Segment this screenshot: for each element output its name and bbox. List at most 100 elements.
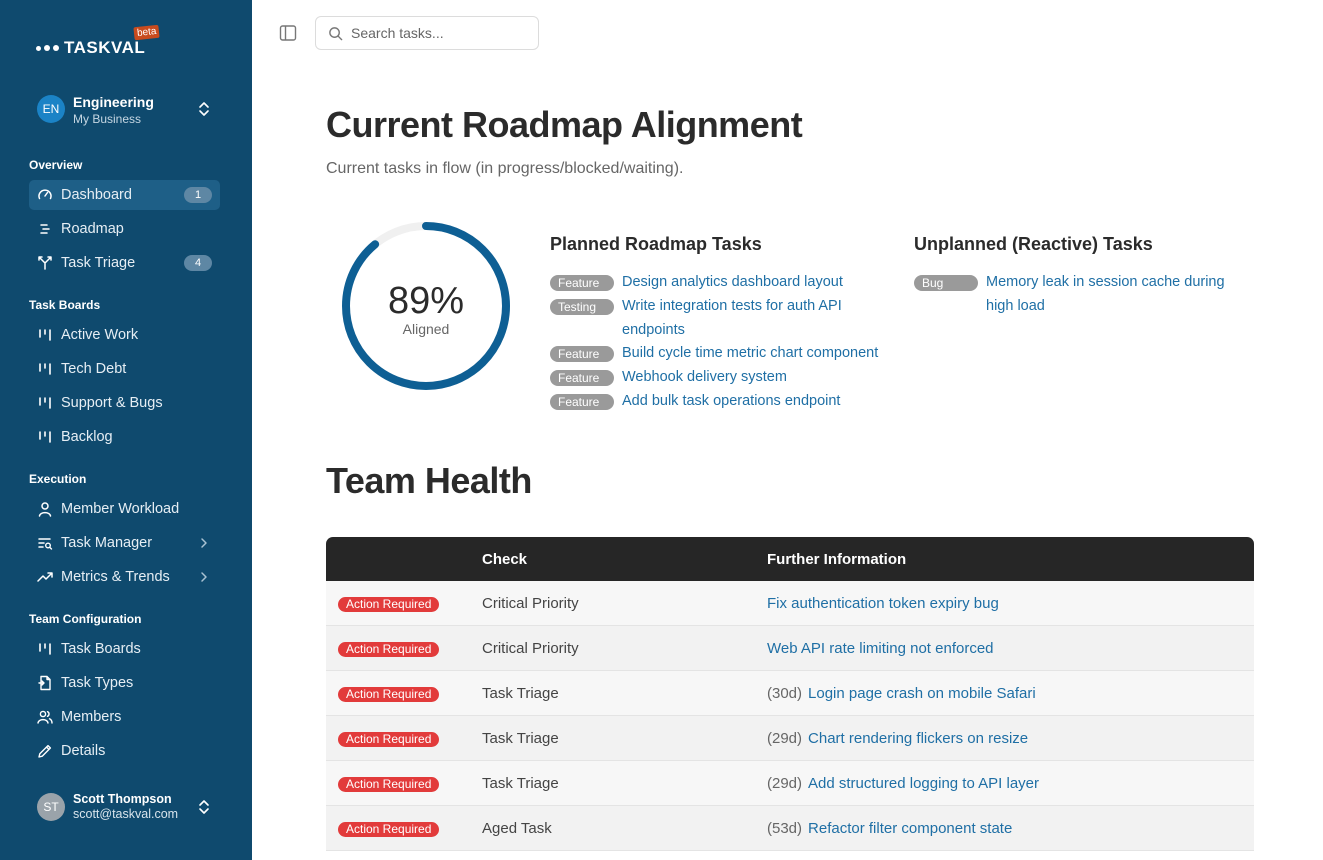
task-link[interactable]: Memory leak in session cache during high… xyxy=(986,271,1244,318)
org-switcher[interactable]: EN Engineering My Business xyxy=(37,94,217,126)
table-row: Action Required Critical Priority Web AP… xyxy=(326,626,1254,671)
sidebar-item-task-types[interactable]: Task Types xyxy=(29,668,220,698)
sidebar-item-roadmap[interactable]: Roadmap xyxy=(29,214,220,244)
board-icon xyxy=(37,395,53,411)
info-link[interactable]: Refactor filter component state xyxy=(808,820,1012,837)
list-icon xyxy=(37,221,53,237)
table-row: Action Required Task Triage (29d) Chart r… xyxy=(326,716,1254,761)
age-days: (29d) xyxy=(767,775,803,792)
gauge-icon xyxy=(37,187,53,203)
column-header-check: Check xyxy=(482,551,528,568)
sidebar-item-task-boards[interactable]: Task Boards xyxy=(29,634,220,664)
list-item: Feature Webhook delivery system xyxy=(550,369,890,390)
status-badge: Action Required xyxy=(338,822,440,837)
table-body: Action Required Critical Priority Fix au… xyxy=(326,581,1254,851)
table-header: Check Further Information xyxy=(326,537,1254,581)
alignment-percent: 89% xyxy=(387,280,465,322)
list-item: Feature Build cycle time metric chart co… xyxy=(550,345,890,366)
chevron-right-icon xyxy=(201,538,207,548)
info-link[interactable]: Web API rate limiting not enforced xyxy=(767,640,994,657)
sidebar-item-label: Members xyxy=(61,709,122,725)
status-badge: Action Required xyxy=(338,687,440,702)
table-row: Action Required Aged Task (53d) Refactor … xyxy=(326,806,1254,851)
sidebar-item-task-triage[interactable]: Task Triage 4 xyxy=(29,248,220,278)
further-info: Fix authentication token expiry bug xyxy=(767,595,999,612)
age-days: (30d) xyxy=(767,685,803,702)
further-info: (30d) Login page crash on mobile Safari xyxy=(767,685,1036,702)
column-header-further-information: Further Information xyxy=(767,551,907,568)
status-badge: Action Required xyxy=(338,597,440,612)
chevron-right-icon xyxy=(201,572,207,582)
sidebar-item-label: Support & Bugs xyxy=(61,395,163,411)
sidebar-item-label: Task Triage xyxy=(61,255,136,271)
beta-badge: beta xyxy=(133,24,161,41)
page-subtitle: Current tasks in flow (in progress/block… xyxy=(326,160,684,177)
sidebar-item-label: Details xyxy=(61,743,106,759)
sidebar: TASKVAL beta EN Engineering My Business … xyxy=(0,0,252,860)
user-name: Scott Thompson xyxy=(73,792,172,806)
chevron-up-down-icon xyxy=(199,102,209,116)
sidebar-item-dashboard[interactable]: Dashboard 1 xyxy=(29,180,220,210)
search-box[interactable] xyxy=(315,16,539,50)
board-icon xyxy=(37,361,53,377)
search-input[interactable] xyxy=(351,25,521,41)
task-link[interactable]: Build cycle time metric chart component xyxy=(622,342,878,366)
table-row: Action Required Critical Priority Fix au… xyxy=(326,581,1254,626)
task-type-tag: Feature xyxy=(550,370,614,386)
age-days: (53d) xyxy=(767,820,803,837)
further-info: Web API rate limiting not enforced xyxy=(767,640,994,657)
check-name: Critical Priority xyxy=(482,640,579,657)
status-badge: Action Required xyxy=(338,642,440,657)
sidebar-item-members[interactable]: Members xyxy=(29,702,220,732)
task-type-tag: Testing xyxy=(550,299,614,315)
sidebar-item-backlog[interactable]: Backlog xyxy=(29,422,220,452)
table-row: Action Required Task Triage (30d) Login p… xyxy=(326,671,1254,716)
user-menu[interactable]: ST Scott Thompson scott@taskval.com xyxy=(37,792,217,822)
sidebar-item-details[interactable]: Details xyxy=(29,736,220,766)
list-search-icon xyxy=(37,535,53,551)
user-email: scott@taskval.com xyxy=(73,807,179,821)
task-link[interactable]: Design analytics dashboard layout xyxy=(622,271,843,295)
team-health-table: Check Further Information Action Require… xyxy=(326,537,1254,851)
avatar: ST xyxy=(37,793,65,821)
section-title-execution: Execution xyxy=(29,472,87,486)
unplanned-tasks-title: Unplanned (Reactive) Tasks xyxy=(914,234,1153,254)
planned-tasks-title: Planned Roadmap Tasks xyxy=(550,234,762,254)
task-link[interactable]: Write integration tests for auth API end… xyxy=(622,295,850,342)
sidebar-item-label: Member Workload xyxy=(61,501,180,517)
alignment-label: Aligned xyxy=(402,321,450,337)
sidebar-item-task-manager[interactable]: Task Manager xyxy=(29,528,220,558)
task-type-tag: Feature xyxy=(550,346,614,362)
sidebar-item-label: Backlog xyxy=(61,429,113,445)
logo-text: TASKVAL xyxy=(64,38,146,57)
users-icon xyxy=(37,709,53,725)
status-badge: Action Required xyxy=(338,732,440,747)
info-link[interactable]: Fix authentication token expiry bug xyxy=(767,595,999,612)
sidebar-item-label: Task Boards xyxy=(61,641,141,657)
page-title: Current Roadmap Alignment xyxy=(326,104,803,145)
further-info: (29d) Chart rendering flickers on resize xyxy=(767,730,1028,747)
task-link[interactable]: Add bulk task operations endpoint xyxy=(622,390,840,414)
info-link[interactable]: Add structured logging to API layer xyxy=(808,775,1039,792)
sidebar-item-member-workload[interactable]: Member Workload xyxy=(29,494,220,524)
sidebar-item-metrics-trends[interactable]: Metrics & Trends xyxy=(29,562,220,592)
sidebar-item-active-work[interactable]: Active Work xyxy=(29,320,220,350)
app-logo[interactable]: TASKVAL beta xyxy=(36,24,161,58)
sidebar-item-tech-debt[interactable]: Tech Debt xyxy=(29,354,220,384)
sidebar-toggle-icon[interactable] xyxy=(279,24,297,42)
list-item: Feature Add bulk task operations endpoin… xyxy=(550,393,890,414)
table-row: Action Required Task Triage (29d) Add str… xyxy=(326,761,1254,806)
list-item: Bug Memory leak in session cache during … xyxy=(914,274,1244,318)
section-title-task-boards: Task Boards xyxy=(29,298,101,312)
sidebar-item-label: Active Work xyxy=(61,327,139,343)
sidebar-item-label: Task Types xyxy=(61,675,134,691)
info-link[interactable]: Login page crash on mobile Safari xyxy=(808,685,1036,702)
list-item: Testing Write integration tests for auth… xyxy=(550,298,850,342)
task-link[interactable]: Webhook delivery system xyxy=(622,366,787,390)
check-name: Aged Task xyxy=(482,820,552,837)
board-icon xyxy=(37,327,53,343)
info-link[interactable]: Chart rendering flickers on resize xyxy=(808,730,1028,747)
task-type-tag: Feature xyxy=(550,275,614,291)
user-icon xyxy=(37,501,53,517)
sidebar-item-support-bugs[interactable]: Support & Bugs xyxy=(29,388,220,418)
